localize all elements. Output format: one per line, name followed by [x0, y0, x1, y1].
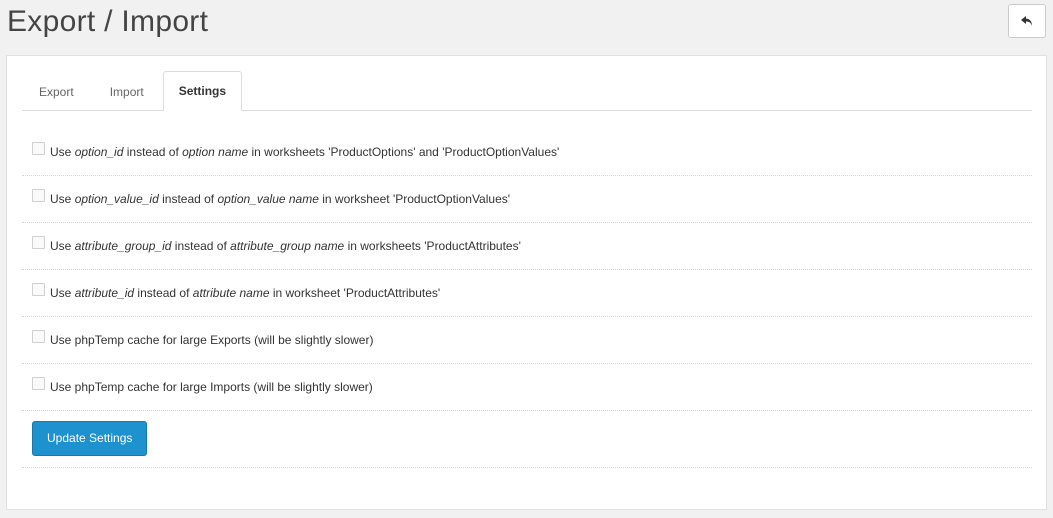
setting-label-text: in worksheets 'ProductOptions' and 'Prod… [248, 145, 560, 159]
back-button[interactable] [1008, 4, 1046, 38]
setting-label-text: instead of [158, 192, 218, 206]
setting-label-term: attribute_group name [230, 239, 345, 253]
setting-label-term: option_id [74, 145, 124, 159]
setting-checkbox[interactable] [32, 376, 45, 390]
setting-row: Use option_id instead of option name in … [22, 129, 1032, 176]
setting-label-text: in worksheet 'ProductOptionValues' [318, 192, 511, 206]
setting-row: Use phpTemp cache for large Imports (wil… [22, 364, 1032, 411]
setting-row: Use attribute_group_id instead of attrib… [22, 223, 1032, 270]
setting-label-term: option name [182, 145, 249, 159]
page-title: Export / Import [7, 5, 209, 38]
setting-label-term: option_value_id [74, 192, 159, 206]
tab-settings[interactable]: Settings [162, 71, 243, 111]
content-panel: Export Import Settings Use option_id ins… [6, 55, 1047, 510]
setting-label[interactable]: Use attribute_id instead of attribute na… [50, 286, 440, 300]
setting-label-text: instead of [123, 145, 183, 159]
setting-label-text: Use [50, 192, 75, 206]
reply-arrow-icon [1021, 15, 1033, 27]
tab-bar: Export Import Settings [22, 71, 1032, 111]
setting-label-term: option_value name [217, 192, 319, 206]
setting-row: Use option_value_id instead of option_va… [22, 176, 1032, 223]
page: Export / Import Export Import Settings U… [0, 0, 1053, 518]
setting-label-text: instead of [134, 286, 193, 300]
setting-row: Use attribute_id instead of attribute na… [22, 270, 1032, 317]
tab-import[interactable]: Import [93, 72, 161, 110]
setting-label-text: instead of [171, 239, 231, 253]
setting-label-text: Use [50, 145, 75, 159]
setting-checkbox[interactable] [32, 141, 45, 155]
tab-export[interactable]: Export [22, 72, 91, 110]
settings-list: Use option_id instead of option name in … [22, 129, 1032, 468]
setting-label-text: Use phpTemp cache for large Exports (wil… [50, 333, 374, 347]
setting-label-term: attribute_group_id [74, 239, 172, 253]
setting-label[interactable]: Use phpTemp cache for large Exports (wil… [50, 333, 373, 347]
setting-checkbox[interactable] [32, 329, 45, 343]
setting-label[interactable]: Use phpTemp cache for large Imports (wil… [50, 380, 373, 394]
button-row: Update Settings [22, 411, 1032, 468]
setting-label[interactable]: Use option_value_id instead of option_va… [50, 192, 510, 206]
setting-label-text: Use [50, 286, 75, 300]
setting-checkbox[interactable] [32, 188, 45, 202]
setting-label-text: Use phpTemp cache for large Imports (wil… [50, 380, 373, 394]
setting-label-term: attribute name [192, 286, 270, 300]
setting-label-text: Use [50, 239, 75, 253]
setting-checkbox[interactable] [32, 235, 45, 249]
setting-label-text: in worksheets 'ProductAttributes' [344, 239, 521, 253]
setting-label[interactable]: Use attribute_group_id instead of attrib… [50, 239, 521, 253]
setting-label-term: attribute_id [74, 286, 135, 300]
update-settings-button[interactable]: Update Settings [32, 421, 148, 456]
setting-label[interactable]: Use option_id instead of option name in … [50, 145, 559, 159]
setting-checkbox[interactable] [32, 282, 45, 296]
setting-label-text: in worksheet 'ProductAttributes' [269, 286, 441, 300]
setting-row: Use phpTemp cache for large Exports (wil… [22, 317, 1032, 364]
